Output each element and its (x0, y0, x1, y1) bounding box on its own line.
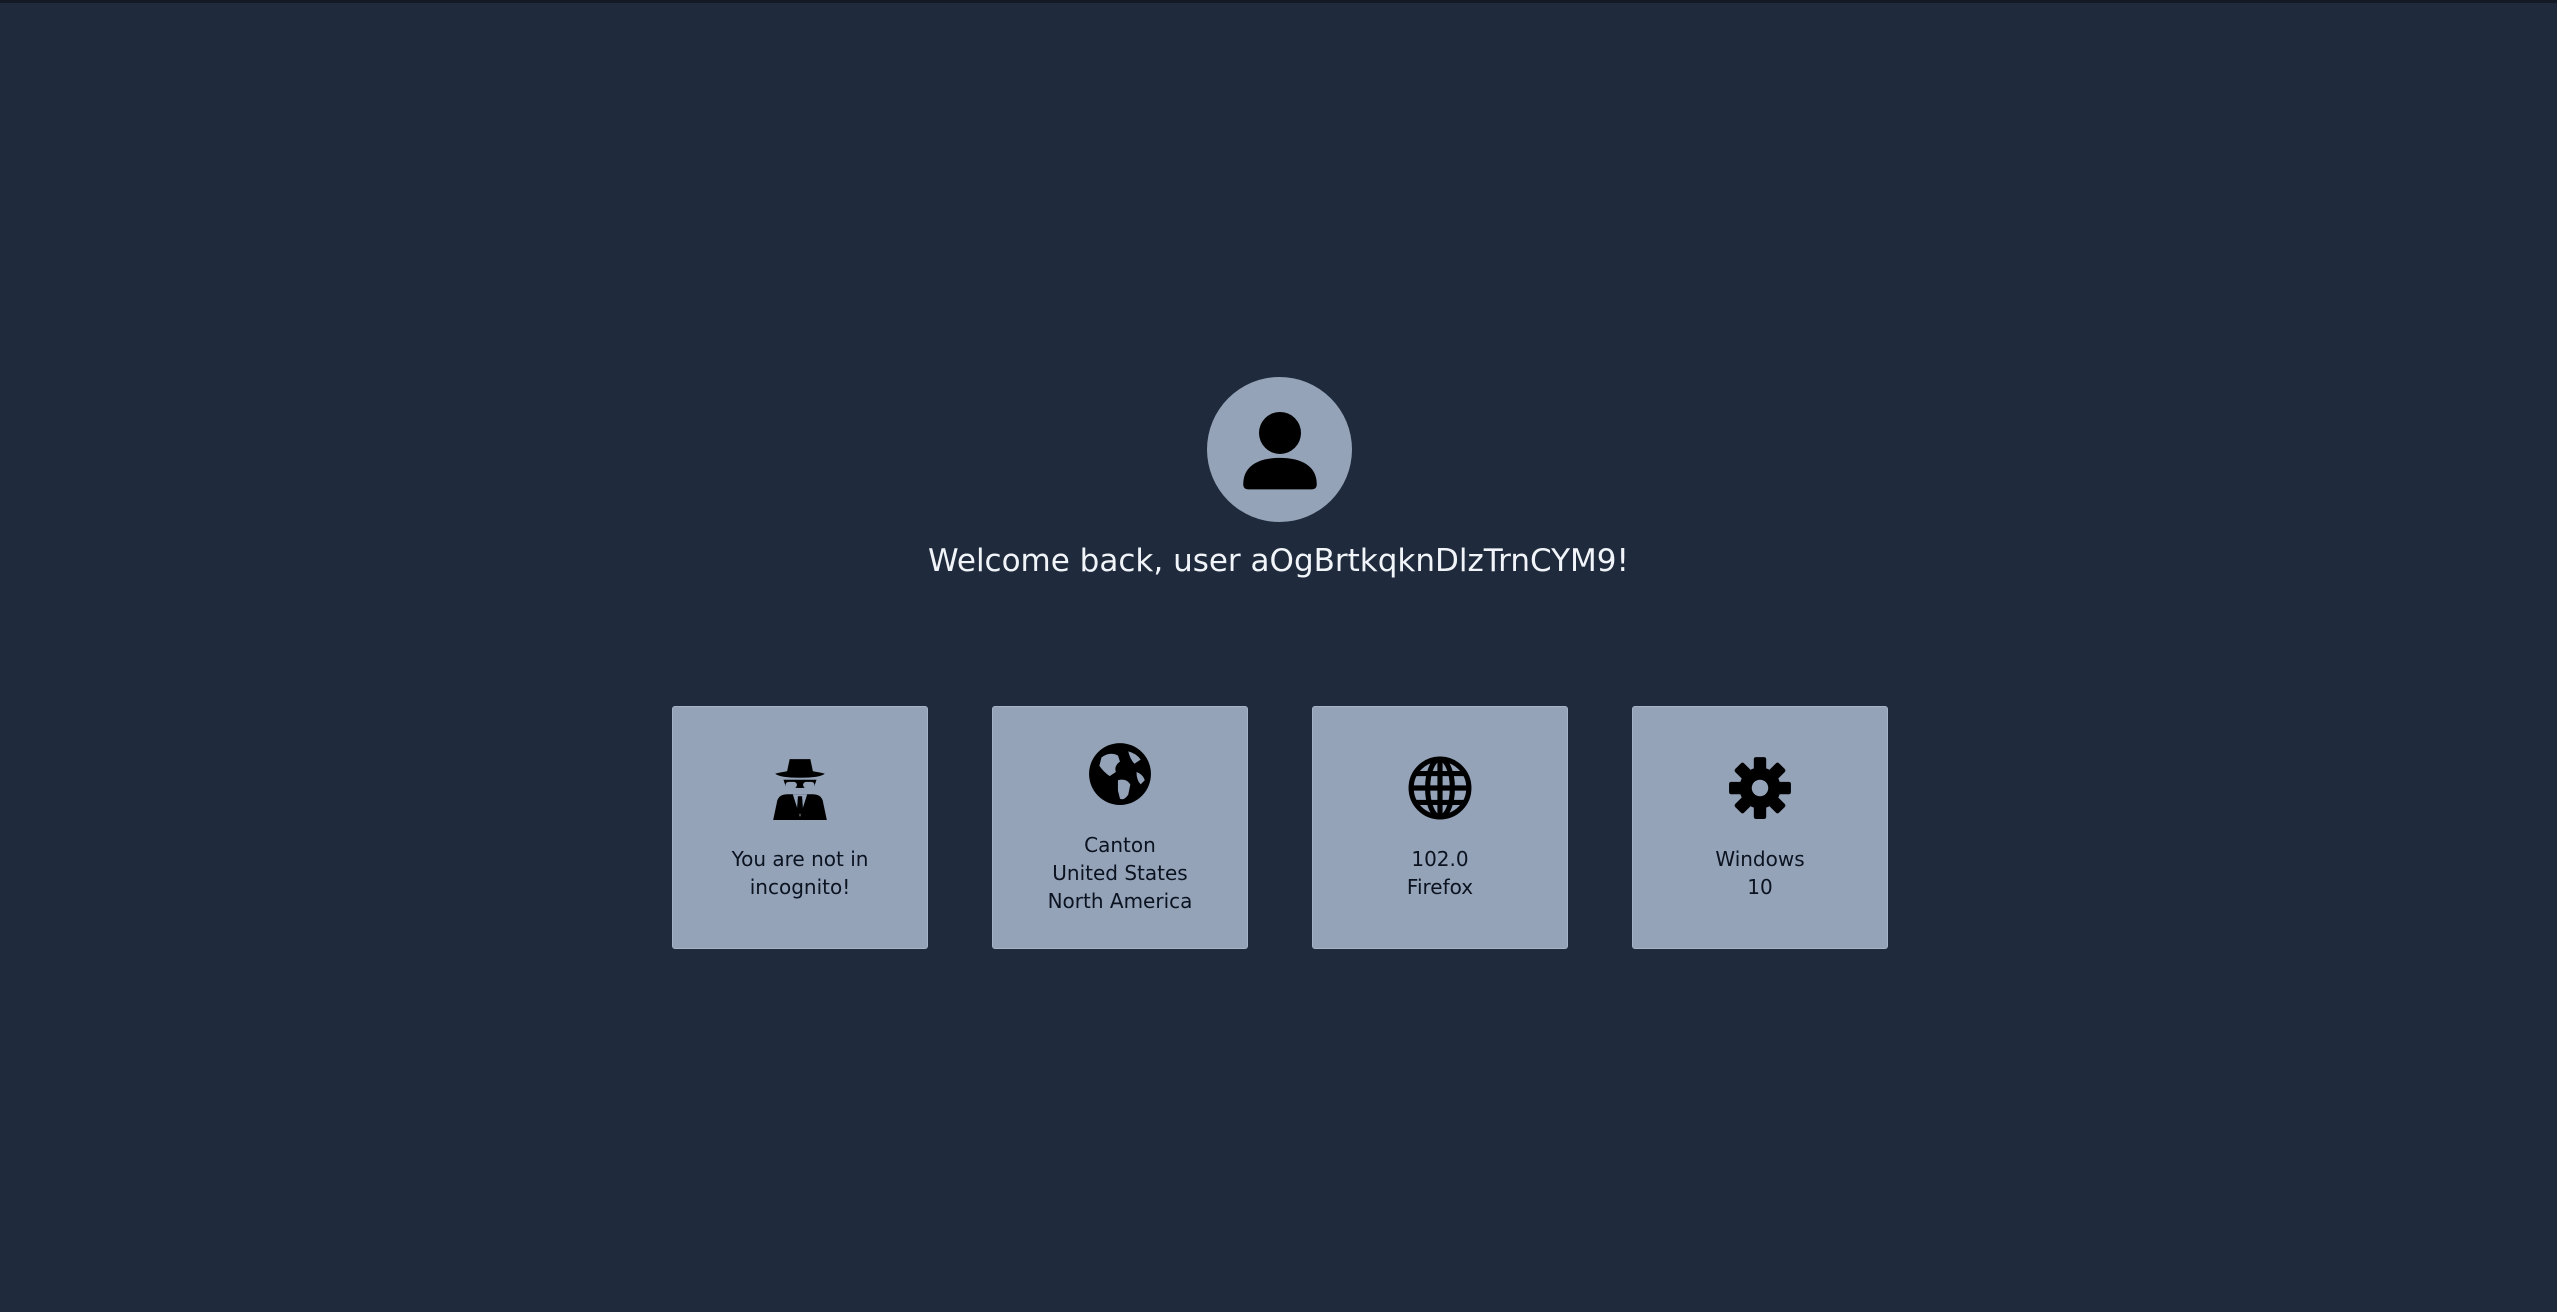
incognito-status-card: You are not in incognito! (672, 706, 928, 949)
incognito-line-2: incognito! (749, 874, 851, 899)
os-text: Windows 10 (1715, 845, 1804, 901)
browser-text: 102.0 Firefox (1407, 845, 1473, 901)
location-card: Canton United States North America (992, 706, 1248, 949)
page: Welcome back, user aOgBrtkqknDlzTrnCYM9!… (0, 0, 2557, 1312)
username: aOgBrtkqknDlzTrnCYM9 (1250, 543, 1617, 579)
os-card: Windows 10 (1632, 706, 1888, 949)
incognito-line-1: You are not in (731, 846, 869, 871)
location-continent: North America (1047, 888, 1193, 913)
gear-icon (1727, 755, 1793, 821)
welcome-prefix: Welcome back, user (928, 543, 1251, 579)
os-name: Windows (1715, 846, 1805, 871)
user-icon (1242, 411, 1317, 489)
incognito-spy-icon (767, 755, 833, 821)
location-text: Canton United States North America (1048, 831, 1193, 915)
welcome-message: Welcome back, user aOgBrtkqknDlzTrnCYM9! (0, 541, 2557, 581)
browser-card: 102.0 Firefox (1312, 706, 1568, 949)
location-country: United States (1052, 860, 1188, 885)
browser-version: 102.0 (1411, 846, 1469, 871)
os-version: 10 (1747, 874, 1773, 899)
user-avatar (1207, 377, 1352, 522)
globe-grid-icon (1407, 755, 1473, 821)
location-city: Canton (1084, 832, 1156, 857)
earth-globe-icon (1087, 741, 1153, 807)
incognito-status-text: You are not in incognito! (732, 845, 869, 901)
browser-name: Firefox (1406, 874, 1474, 899)
welcome-suffix: ! (1616, 543, 1629, 579)
